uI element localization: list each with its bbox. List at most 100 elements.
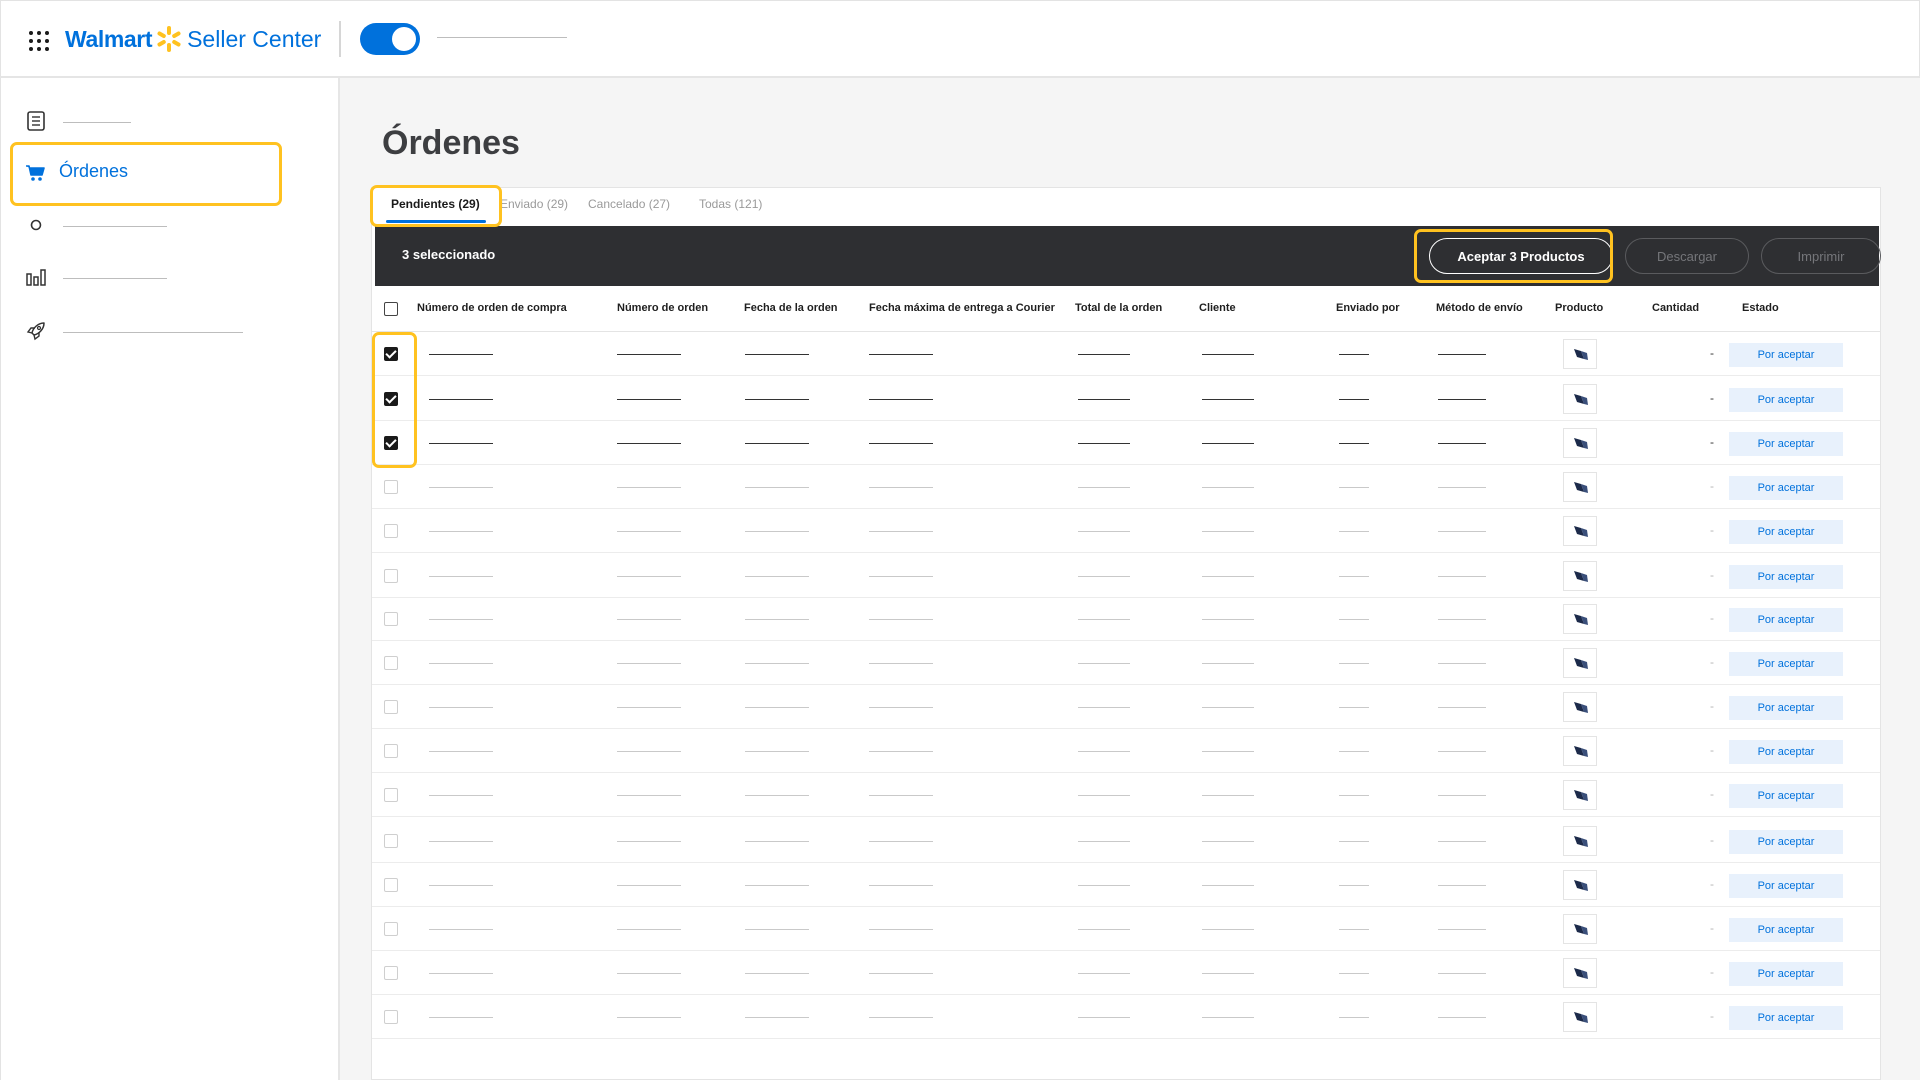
table-header: Número de orden de compra Número de orde… — [372, 286, 1880, 332]
tab-todas[interactable]: Todas (121) — [699, 197, 762, 211]
status-badge[interactable]: Por aceptar — [1729, 830, 1843, 854]
column-header[interactable]: Número de orden de compra — [417, 302, 567, 314]
table-row[interactable]: - Por aceptar — [372, 377, 1880, 421]
status-badge[interactable]: Por aceptar — [1729, 652, 1843, 676]
column-header[interactable]: Método de envío — [1436, 302, 1523, 314]
print-button[interactable]: Imprimir — [1761, 238, 1881, 274]
tab-cancelado[interactable]: Cancelado (27) — [588, 197, 670, 211]
sidebar-item-analytics[interactable] — [1, 254, 339, 298]
status-badge[interactable]: Por aceptar — [1729, 740, 1843, 764]
cell-placeholder-line — [1339, 663, 1369, 664]
table-row[interactable]: - Por aceptar — [372, 465, 1880, 509]
cell-placeholder-line — [1438, 841, 1486, 842]
row-checkbox[interactable] — [384, 569, 398, 583]
select-all-checkbox[interactable] — [384, 302, 398, 316]
status-badge[interactable]: Por aceptar — [1729, 962, 1843, 986]
table-row[interactable]: - Por aceptar — [372, 907, 1880, 951]
product-thumbnail[interactable] — [1563, 780, 1597, 810]
row-checkbox[interactable] — [384, 524, 398, 538]
row-checkbox[interactable] — [384, 878, 398, 892]
status-badge[interactable]: Por aceptar — [1729, 343, 1843, 367]
status-badge[interactable]: Por aceptar — [1729, 476, 1843, 500]
product-thumbnail[interactable] — [1563, 604, 1597, 634]
row-checkbox[interactable] — [384, 436, 398, 450]
row-checkbox[interactable] — [384, 347, 398, 361]
row-checkbox[interactable] — [384, 392, 398, 406]
table-row[interactable]: - Por aceptar — [372, 685, 1880, 729]
table-row[interactable]: - Por aceptar — [372, 597, 1880, 641]
row-checkbox[interactable] — [384, 788, 398, 802]
header-toggle-switch[interactable] — [360, 23, 420, 55]
column-header[interactable]: Fecha máxima de entrega a Courier — [869, 302, 1055, 314]
status-badge[interactable]: Por aceptar — [1729, 1006, 1843, 1030]
apps-grid-icon[interactable] — [29, 31, 49, 51]
row-checkbox[interactable] — [384, 700, 398, 714]
table-row[interactable]: - Por aceptar — [372, 509, 1880, 553]
status-badge[interactable]: Por aceptar — [1729, 388, 1843, 412]
brand-seller-center-text: Seller Center — [187, 25, 322, 52]
column-header[interactable]: Producto — [1555, 302, 1603, 314]
table-row[interactable]: - Por aceptar — [372, 995, 1880, 1039]
row-checkbox[interactable] — [384, 612, 398, 626]
product-thumbnail[interactable] — [1563, 384, 1597, 414]
product-thumbnail[interactable] — [1563, 826, 1597, 856]
column-header[interactable]: Cantidad — [1652, 302, 1699, 314]
row-checkbox[interactable] — [384, 744, 398, 758]
product-thumbnail[interactable] — [1563, 472, 1597, 502]
column-header[interactable]: Estado — [1742, 302, 1779, 314]
sidebar-item-circle[interactable] — [1, 202, 339, 246]
sidebar-item-documents[interactable] — [1, 98, 339, 142]
table-row[interactable]: - Por aceptar — [372, 554, 1880, 598]
status-badge[interactable]: Por aceptar — [1729, 432, 1843, 456]
cell-placeholder-line — [617, 619, 681, 620]
sidebar-item-launch[interactable] — [1, 308, 339, 352]
status-badge[interactable]: Por aceptar — [1729, 608, 1843, 632]
tab-pendientes[interactable]: Pendientes (29) — [391, 197, 480, 211]
table-row[interactable]: - Por aceptar — [372, 819, 1880, 863]
table-row[interactable]: - Por aceptar — [372, 421, 1880, 465]
status-badge[interactable]: Por aceptar — [1729, 784, 1843, 808]
column-header[interactable]: Fecha de la orden — [744, 302, 838, 314]
column-header[interactable]: Enviado por — [1336, 302, 1400, 314]
row-checkbox[interactable] — [384, 922, 398, 936]
cell-placeholder-line — [745, 663, 809, 664]
row-checkbox[interactable] — [384, 656, 398, 670]
product-thumbnail[interactable] — [1563, 870, 1597, 900]
table-row[interactable]: - Por aceptar — [372, 729, 1880, 773]
row-checkbox[interactable] — [384, 834, 398, 848]
product-thumbnail[interactable] — [1563, 958, 1597, 988]
download-button[interactable]: Descargar — [1625, 238, 1749, 274]
product-thumbnail[interactable] — [1563, 1002, 1597, 1032]
cell-placeholder-line — [617, 751, 681, 752]
cell-placeholder-line — [1202, 487, 1254, 488]
status-badge[interactable]: Por aceptar — [1729, 520, 1843, 544]
sidebar-item-ordenes[interactable]: Órdenes — [1, 150, 339, 194]
status-badge[interactable]: Por aceptar — [1729, 918, 1843, 942]
table-row[interactable]: - Por aceptar — [372, 863, 1880, 907]
product-thumbnail[interactable] — [1563, 339, 1597, 369]
column-header[interactable]: Cliente — [1199, 302, 1236, 314]
table-row[interactable]: - Por aceptar — [372, 332, 1880, 376]
table-row[interactable]: - Por aceptar — [372, 773, 1880, 817]
product-thumbnail[interactable] — [1563, 516, 1597, 546]
product-thumbnail[interactable] — [1563, 561, 1597, 591]
product-thumbnail[interactable] — [1563, 428, 1597, 458]
status-badge[interactable]: Por aceptar — [1729, 874, 1843, 898]
row-checkbox[interactable] — [384, 480, 398, 494]
status-badge[interactable]: Por aceptar — [1729, 565, 1843, 589]
product-thumbnail[interactable] — [1563, 736, 1597, 766]
accept-products-button[interactable]: Aceptar 3 Productos — [1429, 238, 1613, 274]
product-thumbnail[interactable] — [1563, 648, 1597, 678]
column-header[interactable]: Total de la orden — [1075, 302, 1162, 314]
tab-enviado[interactable]: Enviado (29) — [500, 197, 568, 211]
product-thumbnail[interactable] — [1563, 914, 1597, 944]
walmart-seller-center-logo[interactable]: Walmart Seller Center — [65, 23, 321, 55]
cell-placeholder-line — [617, 354, 681, 355]
row-checkbox[interactable] — [384, 1010, 398, 1024]
product-thumbnail[interactable] — [1563, 692, 1597, 722]
column-header[interactable]: Número de orden — [617, 302, 708, 314]
table-row[interactable]: - Por aceptar — [372, 951, 1880, 995]
status-badge[interactable]: Por aceptar — [1729, 696, 1843, 720]
table-row[interactable]: - Por aceptar — [372, 641, 1880, 685]
row-checkbox[interactable] — [384, 966, 398, 980]
